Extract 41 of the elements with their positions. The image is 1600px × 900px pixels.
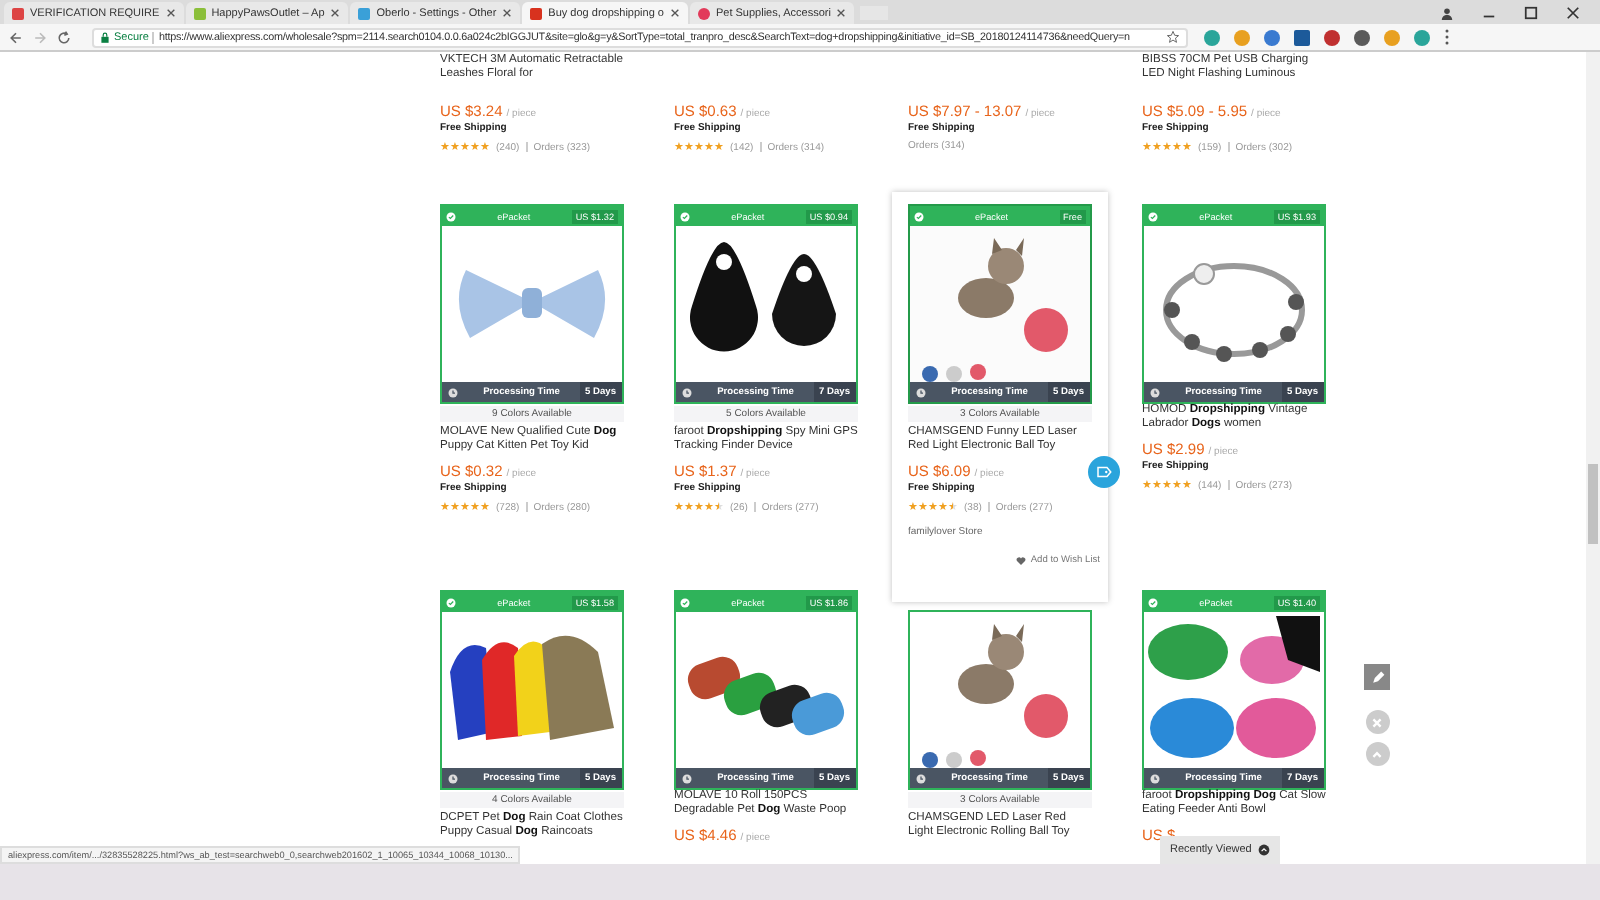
close-icon[interactable] [669, 8, 680, 18]
scrollbar-thumb[interactable] [1588, 464, 1598, 544]
close-icon [1368, 713, 1386, 731]
clock-icon [682, 773, 692, 783]
pencil-icon [1369, 669, 1385, 685]
check-icon [1148, 597, 1158, 607]
tag-icon [1096, 466, 1112, 478]
reload-icon[interactable] [56, 29, 72, 45]
close-icon[interactable] [165, 8, 176, 18]
back-icon[interactable] [8, 29, 24, 45]
heart-icon[interactable] [1016, 556, 1027, 566]
favicon-icon [193, 7, 206, 19]
menu-icon[interactable] [1444, 28, 1450, 46]
clock-icon [1150, 387, 1160, 397]
bookmark-star-icon[interactable] [1166, 30, 1180, 44]
check-icon [680, 211, 690, 221]
close-icon[interactable] [1566, 5, 1580, 19]
favicon-icon [530, 7, 543, 19]
check-icon [446, 211, 456, 221]
check-icon [1148, 211, 1158, 221]
favicon-icon [358, 7, 371, 19]
clock-icon [916, 387, 926, 397]
close-icon[interactable] [330, 8, 341, 18]
favicon-icon [12, 7, 24, 19]
close-icon[interactable] [836, 8, 847, 18]
clock-icon [682, 387, 692, 397]
favicon-icon [697, 7, 710, 19]
clock-icon [448, 387, 458, 397]
clock-icon [448, 773, 458, 783]
close-icon[interactable] [502, 8, 513, 18]
clock-icon [916, 773, 926, 783]
check-icon [446, 597, 456, 607]
clock-icon [1150, 773, 1160, 783]
lock-icon [100, 31, 110, 43]
tag-button[interactable] [1088, 456, 1120, 488]
edit-button[interactable] [1364, 664, 1390, 690]
maximize-icon[interactable] [1524, 5, 1538, 19]
profile-icon[interactable] [1440, 5, 1454, 19]
check-icon [680, 597, 690, 607]
check-icon [914, 211, 924, 221]
chevron-up-icon [1257, 844, 1270, 856]
